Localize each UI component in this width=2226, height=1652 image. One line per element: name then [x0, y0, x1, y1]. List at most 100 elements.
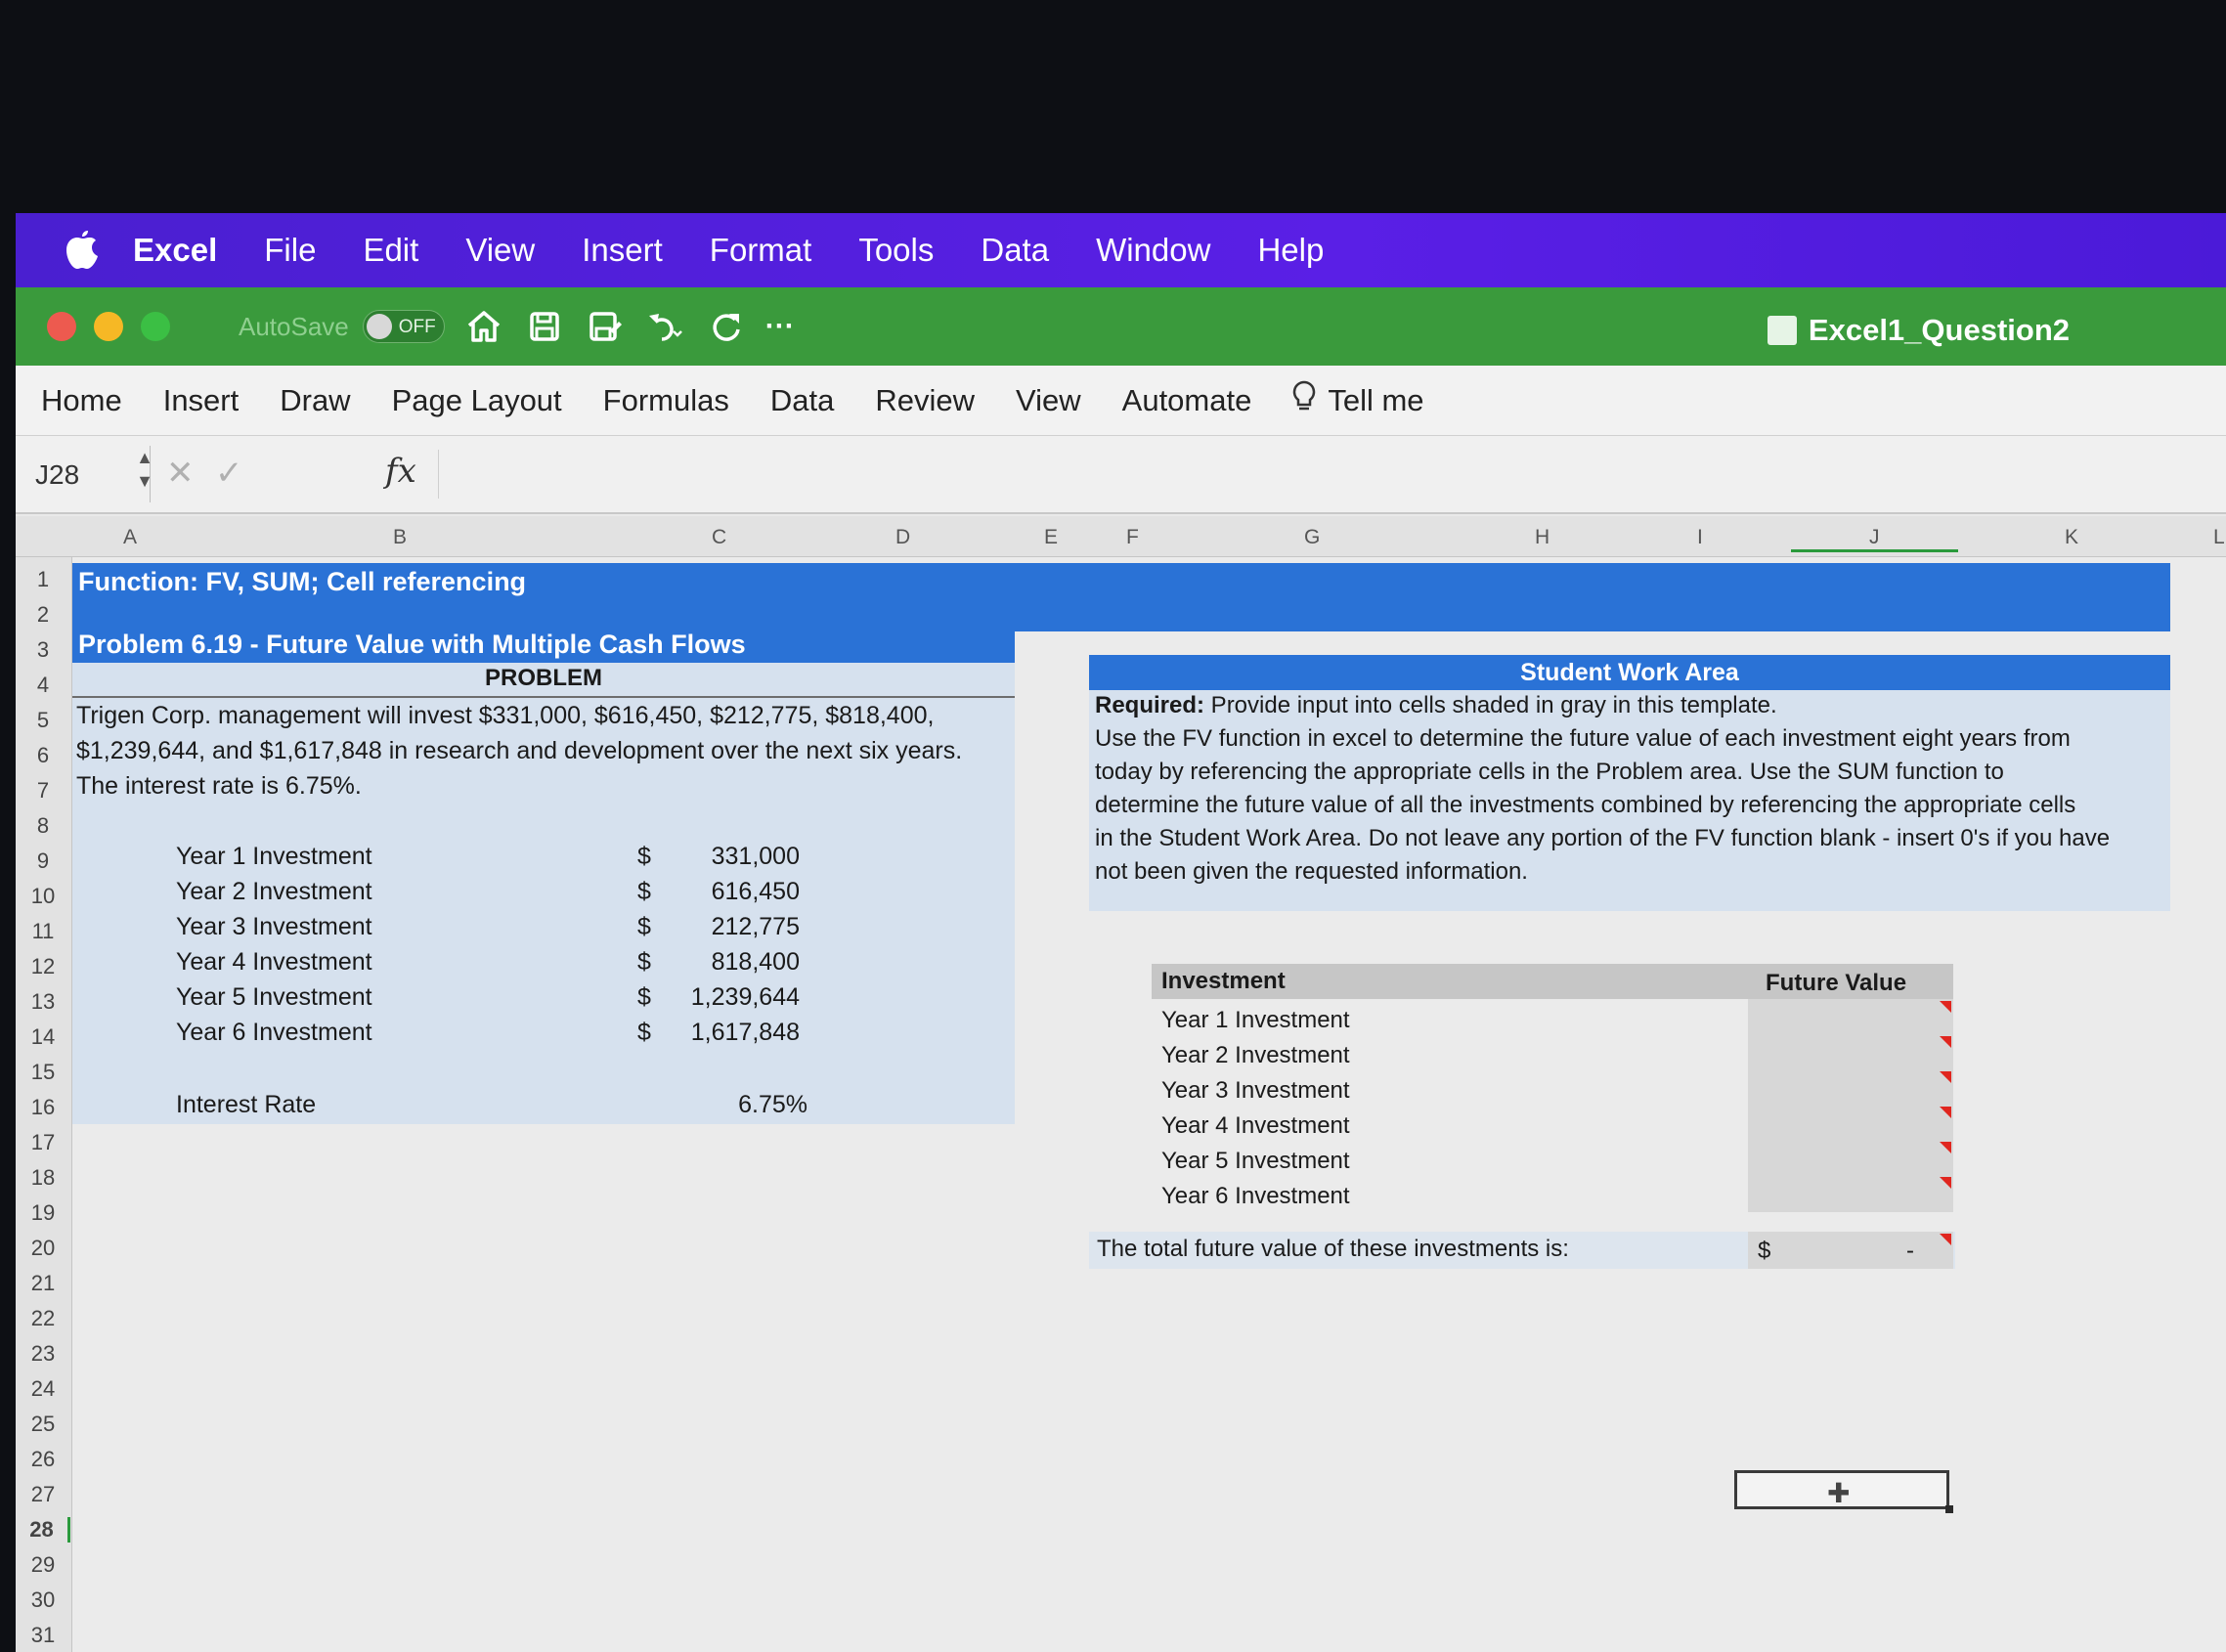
- row-header[interactable]: 18: [16, 1165, 70, 1191]
- row-header[interactable]: 11: [16, 919, 70, 944]
- row-header[interactable]: 31: [16, 1623, 70, 1648]
- comment-marker-icon[interactable]: [1940, 1107, 1951, 1118]
- row-header[interactable]: 4: [16, 673, 70, 698]
- menu-edit[interactable]: Edit: [363, 232, 418, 269]
- formula-input[interactable]: [438, 450, 2198, 499]
- redo-icon[interactable]: [705, 305, 748, 348]
- menu-file[interactable]: File: [264, 232, 316, 269]
- investment-amount[interactable]: 212,775: [661, 913, 800, 941]
- more-commands-button[interactable]: ···: [765, 310, 795, 343]
- column-header-e[interactable]: E: [1044, 526, 1058, 549]
- row-header[interactable]: 29: [16, 1552, 70, 1578]
- row-header[interactable]: 24: [16, 1376, 70, 1402]
- column-header-g[interactable]: G: [1304, 526, 1320, 549]
- row-header[interactable]: 27: [16, 1482, 70, 1507]
- menu-view[interactable]: View: [465, 232, 535, 269]
- investment-amount[interactable]: 1,617,848: [661, 1019, 800, 1047]
- row-header[interactable]: 1: [16, 567, 70, 592]
- row-header[interactable]: 9: [16, 848, 70, 874]
- name-box-stepper-icon[interactable]: ▲ ▼: [133, 446, 156, 502]
- undo-icon[interactable]: [644, 305, 687, 348]
- save-as-icon[interactable]: [584, 305, 627, 348]
- confirm-entry-icon[interactable]: ✓: [215, 454, 243, 493]
- comment-marker-icon[interactable]: [1940, 1142, 1951, 1153]
- column-header-h[interactable]: H: [1535, 526, 1549, 549]
- selected-cell-j28[interactable]: ✚: [1734, 1470, 1949, 1509]
- menu-format[interactable]: Format: [710, 232, 812, 269]
- row-header[interactable]: 19: [16, 1200, 70, 1226]
- row-header[interactable]: 8: [16, 813, 70, 839]
- row-header[interactable]: 17: [16, 1130, 70, 1155]
- menu-tools[interactable]: Tools: [858, 232, 934, 269]
- row-header[interactable]: 6: [16, 743, 70, 768]
- row-header[interactable]: 12: [16, 954, 70, 979]
- tab-page-layout[interactable]: Page Layout: [392, 383, 562, 418]
- menu-window[interactable]: Window: [1096, 232, 1210, 269]
- column-header-a[interactable]: A: [123, 526, 137, 549]
- minimize-window-button[interactable]: [94, 312, 123, 341]
- investment-amount[interactable]: 1,239,644: [661, 983, 800, 1012]
- row-header[interactable]: 10: [16, 884, 70, 909]
- apple-logo-icon[interactable]: [59, 227, 106, 274]
- tab-review[interactable]: Review: [875, 383, 975, 418]
- tell-me-search[interactable]: Tell me: [1292, 380, 1424, 421]
- row-header[interactable]: 13: [16, 989, 70, 1015]
- column-header-b[interactable]: B: [393, 526, 407, 549]
- comment-marker-icon[interactable]: [1940, 1234, 1951, 1245]
- row-header[interactable]: 26: [16, 1447, 70, 1472]
- home-icon[interactable]: [462, 305, 505, 348]
- column-header-f[interactable]: F: [1126, 526, 1139, 549]
- column-header-j[interactable]: J: [1791, 526, 1958, 552]
- insert-function-icon[interactable]: fx: [385, 452, 416, 491]
- comment-marker-icon[interactable]: [1940, 1071, 1951, 1083]
- menu-help[interactable]: Help: [1257, 232, 1324, 269]
- row-header[interactable]: 23: [16, 1341, 70, 1367]
- row-header[interactable]: 21: [16, 1271, 70, 1296]
- autosave-toggle[interactable]: OFF: [362, 310, 445, 343]
- row-header[interactable]: 15: [16, 1060, 70, 1085]
- tab-formulas[interactable]: Formulas: [603, 383, 729, 418]
- tab-home[interactable]: Home: [41, 383, 122, 418]
- row-header[interactable]: 5: [16, 708, 70, 733]
- close-window-button[interactable]: [47, 312, 76, 341]
- menu-app-excel[interactable]: Excel: [133, 232, 217, 269]
- tab-draw[interactable]: Draw: [280, 383, 350, 418]
- row-header[interactable]: 20: [16, 1236, 70, 1261]
- menu-data[interactable]: Data: [981, 232, 1049, 269]
- row-header[interactable]: 30: [16, 1587, 70, 1613]
- cancel-entry-icon[interactable]: ✕: [166, 454, 195, 493]
- tab-view[interactable]: View: [1016, 383, 1081, 418]
- row-header[interactable]: 2: [16, 602, 70, 628]
- row-header[interactable]: 14: [16, 1024, 70, 1050]
- row-header-selected[interactable]: 28: [16, 1517, 70, 1543]
- investment-amount[interactable]: 616,450: [661, 878, 800, 906]
- investment-amount[interactable]: 331,000: [661, 843, 800, 871]
- name-box[interactable]: J28: [23, 446, 151, 502]
- comment-marker-icon[interactable]: [1940, 1177, 1951, 1189]
- worksheet-grid[interactable]: A B C D E F G H I J K L 1 2 3 4 5 6 7 8 …: [16, 516, 2226, 1652]
- zoom-window-button[interactable]: [141, 312, 170, 341]
- column-header-k[interactable]: K: [2065, 526, 2078, 549]
- interest-rate-value[interactable]: 6.75%: [700, 1091, 807, 1119]
- fill-handle[interactable]: [1945, 1505, 1953, 1513]
- row-header[interactable]: 22: [16, 1306, 70, 1331]
- investment-amount[interactable]: 818,400: [661, 948, 800, 977]
- row-header[interactable]: 16: [16, 1095, 70, 1120]
- tab-automate[interactable]: Automate: [1122, 383, 1252, 418]
- tab-insert[interactable]: Insert: [163, 383, 240, 418]
- tab-data[interactable]: Data: [770, 383, 834, 418]
- save-icon[interactable]: [523, 305, 566, 348]
- column-header-i[interactable]: I: [1697, 526, 1703, 549]
- comment-marker-icon[interactable]: [1940, 1036, 1951, 1048]
- column-header-l[interactable]: L: [2213, 526, 2225, 549]
- column-header-c[interactable]: C: [712, 526, 726, 549]
- column-header-d[interactable]: D: [895, 526, 910, 549]
- row-header[interactable]: 25: [16, 1412, 70, 1437]
- total-value-cell[interactable]: [1748, 1232, 1953, 1269]
- comment-marker-icon[interactable]: [1940, 1001, 1951, 1013]
- menu-insert[interactable]: Insert: [582, 232, 663, 269]
- row-header[interactable]: 7: [16, 778, 70, 804]
- column-headers: A B C D E F G H I J K L: [16, 516, 2226, 557]
- fv-input-cells[interactable]: [1748, 999, 1953, 1212]
- row-header[interactable]: 3: [16, 637, 70, 663]
